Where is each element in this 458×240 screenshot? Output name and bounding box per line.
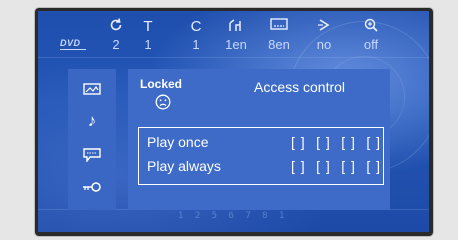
angle-icon (304, 17, 344, 37)
menu-value: 8en (268, 37, 290, 52)
code-slot[interactable]: [ ] (341, 158, 356, 174)
code-slot[interactable]: [ ] (316, 158, 331, 174)
background-digits: 1 2 5 6 7 8 1 (178, 211, 288, 221)
code-slot[interactable]: [ ] (291, 134, 306, 150)
music-note-icon[interactable]: ♪ (68, 109, 116, 133)
menu-value: 1 (144, 37, 152, 52)
menu-item-title[interactable]: T 1 (128, 17, 168, 53)
zoom-icon (351, 17, 391, 37)
sidebar: ♪ (68, 69, 116, 210)
code-slots: [ ] [ ] [ ] [ ] (291, 134, 381, 150)
code-slot[interactable]: [ ] (366, 134, 381, 150)
menu-value: off (363, 37, 379, 52)
picture-icon[interactable] (68, 77, 116, 101)
access-control-panel: Locked Access control Play once [ ] [ ] … (128, 69, 390, 210)
menu-bar: DVD 2 T 1 C 1 1en 8en no off (38, 11, 429, 57)
menu-item-angle[interactable]: no (304, 17, 344, 53)
option-play-always[interactable]: Play always [ ] [ ] [ ] [ ] (147, 158, 380, 178)
osd-screen: 1 2 5 6 7 8 1 DVD 2 T 1 C 1 1en 8en no o… (38, 11, 429, 232)
key-icon[interactable] (68, 175, 116, 199)
speech-bubble-icon[interactable] (68, 143, 116, 167)
menu-item-subtitle[interactable]: 8en (259, 17, 299, 53)
subtitle-icon (259, 17, 299, 37)
menu-item-audio[interactable]: 1en (216, 17, 256, 53)
menu-item-zoom[interactable]: off (351, 17, 391, 53)
code-slot[interactable]: [ ] (341, 134, 356, 150)
options-box: Play once [ ] [ ] [ ] [ ] Play always [ … (138, 127, 384, 185)
chapter-icon: C (190, 18, 202, 35)
code-slot[interactable]: [ ] (366, 158, 381, 174)
sad-face-icon (155, 94, 171, 110)
option-label: Play always (147, 158, 221, 174)
option-play-once[interactable]: Play once [ ] [ ] [ ] [ ] (147, 134, 380, 154)
menu-value: 1 (192, 37, 200, 52)
option-label: Play once (147, 134, 209, 150)
menu-item-chapter[interactable]: C 1 (176, 17, 216, 53)
audio-icon (216, 17, 256, 37)
dvd-logo: DVD (60, 38, 86, 50)
panel-title: Access control (254, 79, 346, 95)
menu-value: 1en (225, 37, 247, 52)
menu-value: no (316, 37, 332, 52)
code-slot[interactable]: [ ] (291, 158, 306, 174)
locked-label: Locked (140, 77, 183, 91)
code-slot[interactable]: [ ] (316, 134, 331, 150)
code-slots: [ ] [ ] [ ] [ ] (291, 158, 381, 174)
title-icon: T (143, 18, 153, 35)
